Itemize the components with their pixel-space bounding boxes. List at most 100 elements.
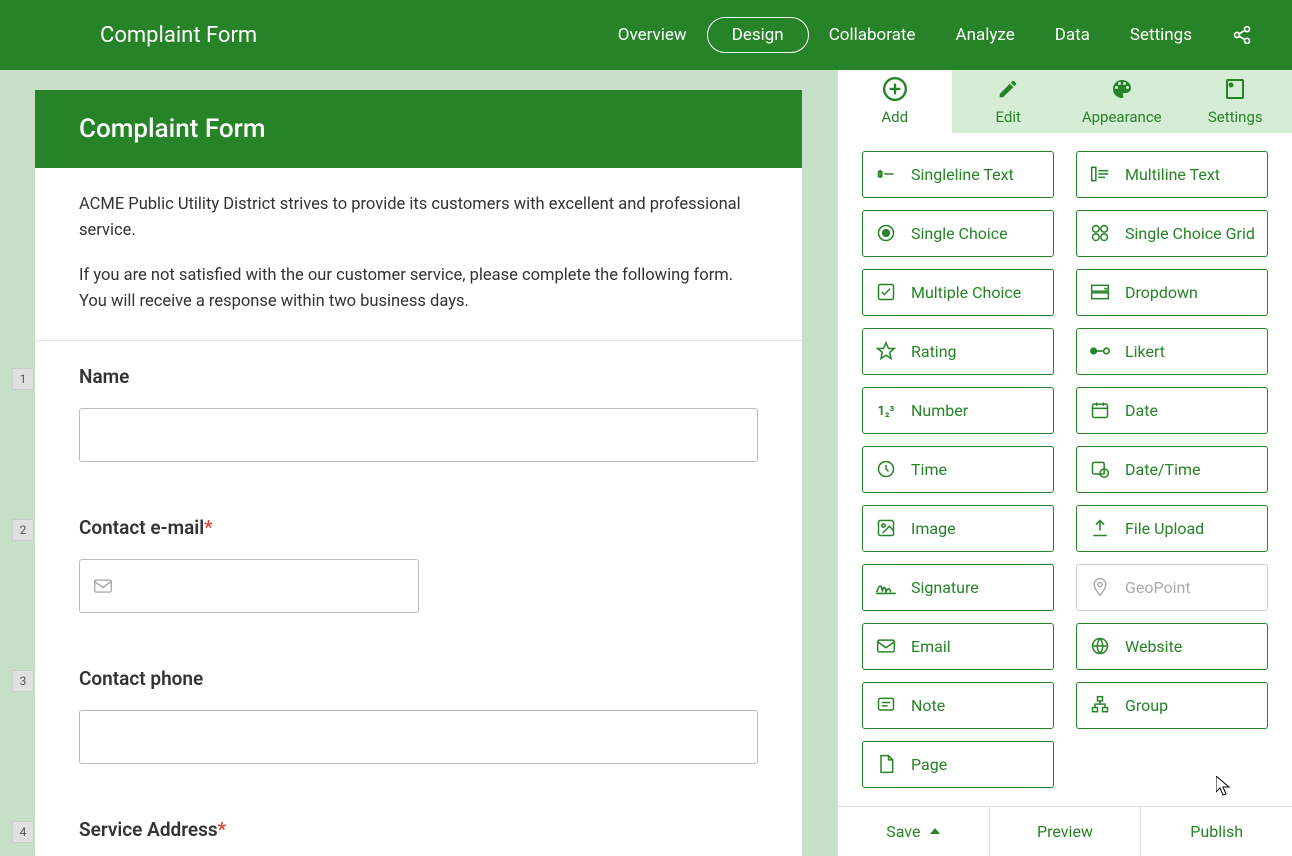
element-star[interactable]: Rating (862, 328, 1054, 375)
element-label: Number (911, 401, 968, 420)
question-email[interactable]: 2 Contact e-mail* (35, 492, 802, 643)
datetime-icon (1089, 458, 1111, 480)
nav-settings[interactable]: Settings (1110, 17, 1212, 53)
element-label: Page (911, 755, 947, 774)
preview-button[interactable]: Preview (990, 807, 1142, 856)
element-palette: Singleline Text Multiline Text Single Choi… (838, 133, 1292, 806)
side-panel: Add Edit Appearance Settings Singleline … (837, 70, 1292, 856)
element-signature[interactable]: Signature (862, 564, 1054, 611)
nav-design[interactable]: Design (707, 17, 809, 53)
element-label: Single Choice Grid (1125, 224, 1255, 243)
palette-icon (1109, 76, 1135, 102)
element-radio[interactable]: Single Choice (862, 210, 1054, 257)
star-icon (875, 340, 897, 362)
nav-overview[interactable]: Overview (598, 17, 707, 53)
element-geo: GeoPoint (1076, 564, 1268, 611)
element-text-single[interactable]: Singleline Text (862, 151, 1054, 198)
element-date[interactable]: Date (1076, 387, 1268, 434)
question-number: 3 (12, 670, 34, 692)
name-input[interactable] (79, 408, 758, 462)
upload-icon (1089, 517, 1111, 539)
likert-icon (1089, 340, 1111, 362)
element-page[interactable]: Page (862, 741, 1054, 788)
note-icon (875, 694, 897, 716)
element-number[interactable]: 1₂³ Number (862, 387, 1054, 434)
app-header: Complaint Form Overview Design Collabora… (0, 0, 1292, 70)
form-title[interactable]: Complaint Form (35, 90, 802, 168)
gear-page-icon (1222, 76, 1248, 102)
element-label: Image (911, 519, 956, 538)
question-address[interactable]: 4 Service Address* (35, 794, 802, 856)
tab-appearance[interactable]: Appearance (1065, 70, 1179, 133)
email-icon (875, 635, 897, 657)
phone-input[interactable] (79, 710, 758, 764)
tab-label: Appearance (1082, 108, 1162, 126)
element-email[interactable]: Email (862, 623, 1054, 670)
nav-data[interactable]: Data (1035, 17, 1110, 53)
nav-collaborate[interactable]: Collaborate (809, 17, 936, 53)
form-card: Complaint Form ACME Public Utility Distr… (35, 90, 802, 856)
question-name[interactable]: 1 Name (35, 341, 802, 492)
element-label: Multiple Choice (911, 283, 1021, 302)
form-canvas: Complaint Form ACME Public Utility Distr… (0, 70, 837, 856)
panel-footer: Save Preview Publish (838, 806, 1292, 856)
radio-icon (875, 222, 897, 244)
globe-icon (1089, 635, 1111, 657)
form-intro[interactable]: ACME Public Utility District strives to … (35, 168, 802, 341)
element-label: Time (911, 460, 947, 479)
element-label: Rating (911, 342, 957, 361)
nav-analyze[interactable]: Analyze (935, 17, 1034, 53)
element-grid[interactable]: Single Choice Grid (1076, 210, 1268, 257)
tab-edit[interactable]: Edit (952, 70, 1066, 133)
intro-paragraph-2: If you are not satisfied with the our cu… (79, 263, 758, 316)
element-label: Signature (911, 578, 979, 597)
element-label: Likert (1125, 342, 1165, 361)
publish-button[interactable]: Publish (1141, 807, 1292, 856)
question-phone[interactable]: 3 Contact phone (35, 643, 802, 794)
element-likert[interactable]: Likert (1076, 328, 1268, 375)
element-label: Note (911, 696, 945, 715)
signature-icon (875, 576, 897, 598)
save-button[interactable]: Save (838, 807, 990, 856)
question-label: Contact phone (79, 667, 758, 690)
question-label: Service Address* (79, 818, 758, 841)
element-image[interactable]: Image (862, 505, 1054, 552)
element-checkbox[interactable]: Multiple Choice (862, 269, 1054, 316)
text-single-icon (875, 163, 897, 185)
email-input[interactable] (79, 559, 419, 613)
element-text-multi[interactable]: Multiline Text (1076, 151, 1268, 198)
element-note[interactable]: Note (862, 682, 1054, 729)
element-label: Group (1125, 696, 1168, 715)
question-number: 4 (12, 821, 34, 843)
main-content: Complaint Form ACME Public Utility Distr… (0, 70, 1292, 856)
element-label: Single Choice (911, 224, 1008, 243)
question-label: Contact e-mail* (79, 516, 758, 539)
svg-text:1₂³: 1₂³ (878, 404, 895, 419)
main-nav: Overview Design Collaborate Analyze Data… (598, 17, 1252, 53)
page-icon (875, 753, 897, 775)
tab-add[interactable]: Add (838, 70, 952, 133)
share-icon[interactable] (1232, 25, 1252, 45)
envelope-icon (94, 579, 112, 593)
time-icon (875, 458, 897, 480)
element-label: Website (1125, 637, 1182, 656)
plus-circle-icon (882, 76, 908, 102)
element-label: Date (1125, 401, 1158, 420)
element-datetime[interactable]: Date/Time (1076, 446, 1268, 493)
element-label: GeoPoint (1125, 578, 1191, 597)
element-upload[interactable]: File Upload (1076, 505, 1268, 552)
element-time[interactable]: Time (862, 446, 1054, 493)
element-label: Multiline Text (1125, 165, 1220, 184)
grid-icon (1089, 222, 1111, 244)
tab-label: Edit (996, 108, 1021, 126)
element-globe[interactable]: Website (1076, 623, 1268, 670)
element-label: Email (911, 637, 951, 656)
text-multi-icon (1089, 163, 1111, 185)
element-dropdown[interactable]: Dropdown (1076, 269, 1268, 316)
element-group[interactable]: Group (1076, 682, 1268, 729)
element-label: Singleline Text (911, 165, 1014, 184)
element-label: Date/Time (1125, 460, 1200, 479)
tab-label: Add (881, 108, 908, 126)
number-icon: 1₂³ (875, 399, 897, 421)
tab-settings[interactable]: Settings (1179, 70, 1292, 133)
